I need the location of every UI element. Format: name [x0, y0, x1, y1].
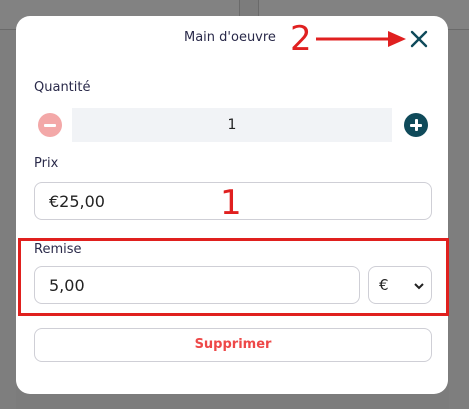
discount-unit-value: €	[379, 276, 389, 294]
decrement-button[interactable]	[38, 113, 62, 137]
quantity-label: Quantité	[34, 80, 91, 95]
annotation-number-2: 2	[290, 19, 312, 59]
discount-unit-select[interactable]: €	[368, 266, 432, 304]
discount-label: Remise	[34, 242, 82, 257]
annotation-arrow-icon	[316, 31, 406, 47]
close-icon	[410, 30, 428, 48]
minus-circle-icon	[44, 123, 56, 127]
quantity-stepper	[38, 108, 434, 142]
edit-item-modal: Main d'oeuvre 2 Quantité Prix 1 Remise €…	[16, 16, 449, 394]
increment-button[interactable]	[404, 113, 428, 137]
chevron-down-icon	[414, 283, 424, 290]
close-button[interactable]	[406, 26, 432, 52]
price-label: Prix	[34, 156, 59, 171]
quantity-input[interactable]	[72, 108, 392, 142]
delete-button[interactable]: Supprimer	[34, 328, 432, 362]
discount-input[interactable]	[34, 266, 360, 304]
background-panel	[0, 30, 16, 409]
annotation-number-1: 1	[220, 183, 242, 223]
background-panel	[449, 30, 469, 409]
